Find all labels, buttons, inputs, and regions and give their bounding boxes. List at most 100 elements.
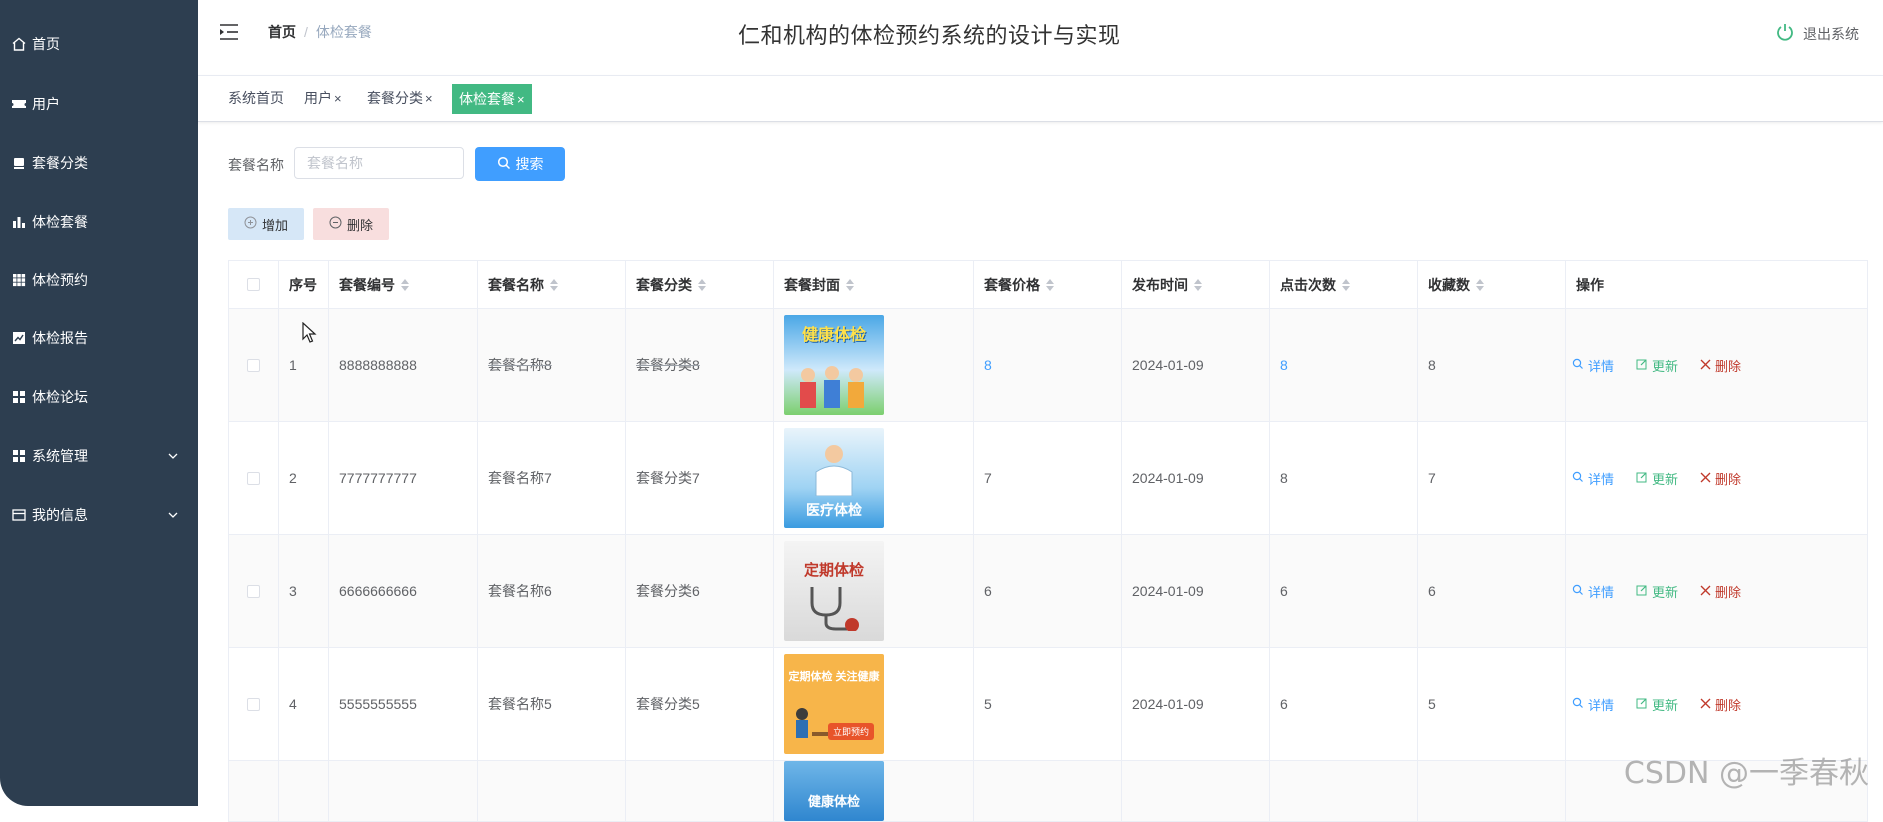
menu-toggle-icon[interactable] xyxy=(218,22,240,46)
detail-button[interactable]: 详情 xyxy=(1572,356,1614,375)
cover-title: 健康体检 xyxy=(801,327,866,344)
update-button[interactable]: 更新 xyxy=(1636,582,1678,601)
sidebar-item-profile[interactable]: 我的信息 xyxy=(10,500,180,530)
delete-button[interactable]: 删除 xyxy=(1700,582,1741,601)
cell-publish: 2024-01-09 xyxy=(1122,309,1270,421)
update-button[interactable]: 更新 xyxy=(1636,695,1678,714)
cell-category xyxy=(626,761,774,821)
update-label: 更新 xyxy=(1652,358,1679,374)
add-button[interactable]: 增加 xyxy=(228,208,304,240)
delete-button[interactable]: 删除 xyxy=(1700,356,1741,375)
sidebar-item-forum[interactable]: 体检论坛 xyxy=(10,382,180,412)
header-clicks[interactable]: 点击次数 xyxy=(1270,261,1418,308)
row-checkbox[interactable] xyxy=(247,358,260,372)
row-checkbox[interactable] xyxy=(247,471,260,485)
update-button[interactable]: 更新 xyxy=(1636,469,1678,488)
header-favorites[interactable]: 收藏数 xyxy=(1418,261,1566,308)
power-icon xyxy=(1775,22,1795,45)
sort-icon[interactable] xyxy=(1046,278,1054,291)
sort-icon[interactable] xyxy=(1476,278,1484,291)
header-cover[interactable]: 套餐封面 xyxy=(774,261,974,308)
sort-icon[interactable] xyxy=(846,278,854,291)
header-ops: 操作 xyxy=(1566,261,1868,308)
cover-image[interactable]: 定期体检 关注健康 立即预约 xyxy=(784,654,884,754)
search-icon xyxy=(497,156,511,173)
sort-icon[interactable] xyxy=(698,278,706,291)
detail-button[interactable]: 详情 xyxy=(1572,582,1614,601)
tag-category[interactable]: 套餐分类 × xyxy=(361,84,439,112)
delete-button[interactable]: 删除 xyxy=(1700,695,1741,714)
cell-price: 6 xyxy=(974,535,1122,647)
chevron-down-icon[interactable] xyxy=(166,508,180,525)
sidebar-item-category[interactable]: 套餐分类 xyxy=(10,148,180,178)
logout-button[interactable]: 退出系统 xyxy=(1775,22,1859,45)
sidebar-item-system[interactable]: 系统管理 xyxy=(10,441,180,471)
sidebar-item-packages[interactable]: 体检套餐 xyxy=(10,207,180,237)
batch-delete-button[interactable]: 删除 xyxy=(313,208,389,240)
sidebar-item-booking[interactable]: 体检预约 xyxy=(10,265,180,295)
cell-category: 套餐分类7 xyxy=(626,422,774,534)
cell-favorites: 6 xyxy=(1418,535,1566,647)
table-header: 序号 套餐编号 套餐名称 套餐分类 套餐封面 套餐价格 发布时间 点击次数 收藏… xyxy=(229,261,1868,309)
tag-packages[interactable]: 体检套餐 × xyxy=(452,84,532,114)
close-icon[interactable]: × xyxy=(517,92,525,107)
cover-button: 立即预约 xyxy=(827,723,874,740)
delete-label: 删除 xyxy=(1715,697,1742,713)
chart-box-icon xyxy=(10,329,28,347)
minus-circle-icon xyxy=(329,216,342,232)
cell-category: 套餐分类8 xyxy=(626,309,774,421)
cover-image[interactable]: 医疗体检 xyxy=(784,428,884,528)
chevron-down-icon[interactable] xyxy=(166,449,180,466)
header-category[interactable]: 套餐分类 xyxy=(626,261,774,308)
sort-icon[interactable] xyxy=(401,278,409,291)
row-checkbox[interactable] xyxy=(247,584,260,598)
header-name[interactable]: 套餐名称 xyxy=(478,261,626,308)
sidebar-item-report[interactable]: 体检报告 xyxy=(10,323,180,353)
sidebar-item-home[interactable]: 首页 xyxy=(10,29,180,59)
header-code[interactable]: 套餐编号 xyxy=(329,261,478,308)
cover-image[interactable]: 健康体检 xyxy=(784,315,884,415)
row-checkbox[interactable] xyxy=(247,697,260,711)
close-icon[interactable]: × xyxy=(425,91,433,106)
cell-cover: 定期体检 xyxy=(774,535,974,647)
tag-home[interactable]: 系统首页 xyxy=(222,84,290,112)
breadcrumb-home[interactable]: 首页 xyxy=(268,22,296,42)
cell-favorites: 5 xyxy=(1418,648,1566,760)
tag-users[interactable]: 用户 × xyxy=(298,84,348,112)
header-label: 套餐名称 xyxy=(488,276,544,293)
cell-name: 套餐名称5 xyxy=(478,648,626,760)
cell-price: 5 xyxy=(974,648,1122,760)
cell-actions: 详情 更新 删除 xyxy=(1566,648,1868,760)
cell-price: 8 xyxy=(974,309,1122,421)
table-row: 1 8888888888 套餐名称8 套餐分类8 健康体检 8 2024-01-… xyxy=(229,309,1868,422)
sidebar-item-users[interactable]: 用户 xyxy=(10,89,180,119)
close-icon[interactable]: × xyxy=(334,91,342,106)
cell-index xyxy=(279,761,329,821)
cell-actions: 详情 更新 删除 xyxy=(1566,422,1868,534)
header-label: 套餐分类 xyxy=(636,276,692,293)
cell-publish xyxy=(1122,761,1270,821)
cell-favorites: 7 xyxy=(1418,422,1566,534)
delete-label: 删除 xyxy=(1715,471,1742,487)
search-input[interactable] xyxy=(294,147,464,179)
close-icon xyxy=(1700,471,1711,486)
detail-button[interactable]: 详情 xyxy=(1572,469,1614,488)
search-button[interactable]: 搜索 xyxy=(475,147,565,181)
delete-button[interactable]: 删除 xyxy=(1700,469,1741,488)
cover-image[interactable]: 健康体检 xyxy=(784,761,884,821)
delete-button-label: 删除 xyxy=(346,217,373,233)
header-price[interactable]: 套餐价格 xyxy=(974,261,1122,308)
cover-image[interactable]: 定期体检 xyxy=(784,541,884,641)
header-label: 点击次数 xyxy=(1280,276,1336,293)
cell-price xyxy=(974,761,1122,821)
sort-icon[interactable] xyxy=(1342,278,1350,291)
sort-icon[interactable] xyxy=(1194,278,1202,291)
update-button[interactable]: 更新 xyxy=(1636,356,1678,375)
apps-icon xyxy=(10,447,28,465)
header-publish[interactable]: 发布时间 xyxy=(1122,261,1270,308)
search-label: 套餐名称 xyxy=(228,157,284,173)
row-select-cell xyxy=(229,761,279,821)
select-all-checkbox[interactable] xyxy=(247,278,260,291)
sort-icon[interactable] xyxy=(550,278,558,291)
detail-button[interactable]: 详情 xyxy=(1572,695,1614,714)
